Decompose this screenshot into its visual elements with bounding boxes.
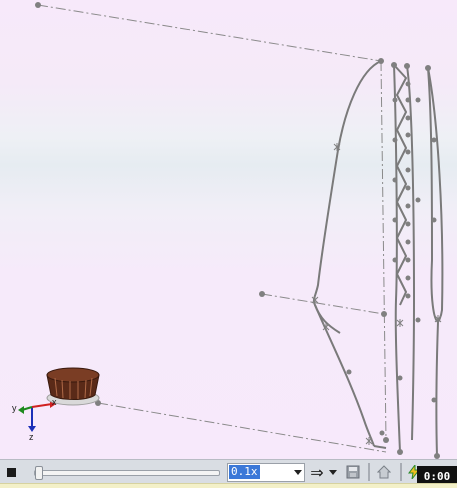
speed-value[interactable]: 0.1x	[229, 465, 260, 479]
save-icon[interactable]	[344, 463, 362, 481]
y-axis-label: y	[12, 403, 17, 413]
x-axis-label: x	[52, 397, 57, 407]
bottom-construction-line	[97, 402, 387, 453]
timeline-slider[interactable]	[34, 466, 220, 480]
status-bar	[0, 483, 457, 488]
vertical-construction-line	[380, 60, 387, 441]
outer-profile-curve	[312, 60, 382, 447]
stop-icon[interactable]	[4, 465, 18, 479]
chevron-down-icon[interactable]	[294, 470, 302, 475]
forward-arrow-icon[interactable]: ⇒	[308, 463, 326, 482]
speed-dropdown[interactable]: 0.1x	[227, 463, 305, 482]
playback-toolbar: 0.1x ⇒	[0, 459, 457, 484]
toolbar-separator	[400, 463, 402, 481]
wireframe-drawing	[18, 2, 444, 459]
spring-side-curve	[406, 65, 415, 441]
top-construction-line	[37, 4, 382, 62]
base-segment	[373, 445, 387, 449]
3d-viewport[interactable]: y x z	[0, 0, 457, 459]
mid-construction-line	[261, 293, 385, 315]
toolbar-separator	[368, 463, 370, 481]
slider-handle[interactable]	[35, 466, 43, 480]
chevron-down-icon[interactable]	[328, 463, 338, 481]
home-icon[interactable]	[375, 463, 393, 481]
x-axis-line	[31, 403, 53, 408]
z-axis-label: z	[29, 432, 34, 442]
axis-triad	[18, 400, 56, 432]
